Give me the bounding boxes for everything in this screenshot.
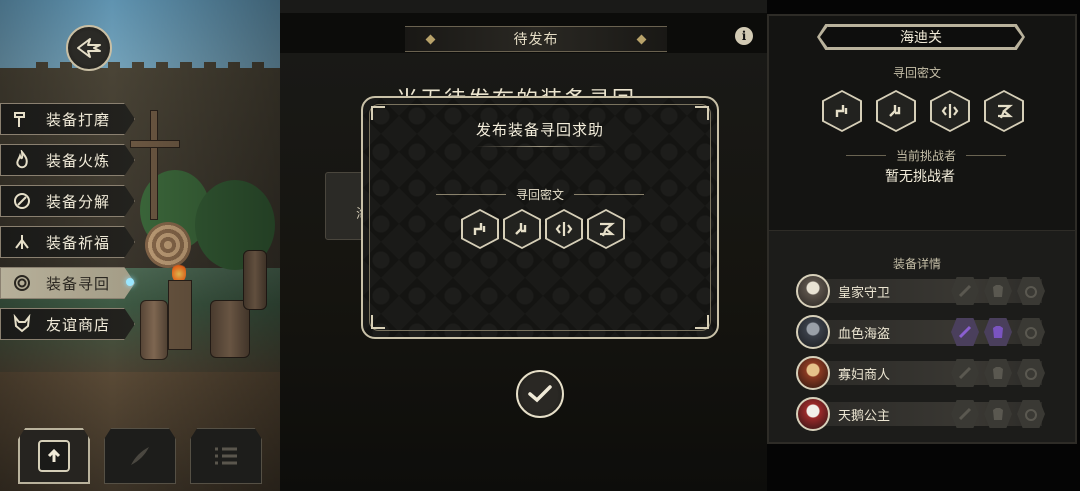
challenger-value: 暂无挑战者 <box>885 169 955 185</box>
avatar <box>796 356 830 390</box>
avatar <box>796 315 830 349</box>
cipher-header: 寻回密文 <box>363 186 717 203</box>
menu-item-label: 装备分解 <box>46 192 111 211</box>
check-icon <box>528 385 552 403</box>
menu-item-smelt[interactable]: 装备火炼 <box>0 144 135 176</box>
back-button[interactable] <box>66 25 112 71</box>
weapon-slot-icon <box>951 318 979 346</box>
cipher-label: 寻回密文 <box>893 66 942 80</box>
equip-name: 天鹅公主 <box>838 408 891 424</box>
accessory-slot-icon <box>1017 277 1045 305</box>
menu-item-polish[interactable]: 装备打磨 <box>0 103 135 135</box>
equip-row[interactable]: 血色海盗 <box>796 314 1046 350</box>
rune-4-icon <box>587 209 625 249</box>
accessory-slot-icon <box>1017 400 1045 428</box>
confirm-button[interactable] <box>516 370 564 418</box>
fox-icon <box>10 312 34 336</box>
bottom-tabs <box>18 428 262 484</box>
background-card: 海 <box>325 172 369 240</box>
rune-3-icon <box>545 209 583 249</box>
menu-item-label: 装备祈福 <box>46 233 111 252</box>
tab-publish[interactable] <box>18 428 90 484</box>
spiral-icon <box>10 271 34 295</box>
quill-icon <box>131 447 149 465</box>
dialog-title: 发布装备寻回求助 <box>363 119 717 147</box>
weapon-slot-icon <box>951 359 979 387</box>
equip-row[interactable]: 天鹅公主 <box>796 396 1046 432</box>
rune-1-icon <box>822 90 862 132</box>
armor-slot-icon <box>984 277 1012 305</box>
side-menu: 装备打磨 装备火炼 装备分解 装备祈福 装备寻回 友谊商店 <box>0 103 140 349</box>
equip-name: 寡妇商人 <box>838 367 891 383</box>
cipher-label: 寻回密文 <box>515 188 564 202</box>
accessory-slot-icon <box>1017 359 1045 387</box>
challenger-label: 当前挑战者 <box>896 149 957 163</box>
menu-item-retrieve[interactable]: 装备寻回 <box>0 267 135 299</box>
pending-label: 待发布 <box>513 32 559 48</box>
menu-item-label: 装备寻回 <box>46 274 111 293</box>
avatar <box>796 274 830 308</box>
stage-title: 海迪关 <box>820 26 1022 48</box>
armor-slot-icon <box>984 359 1012 387</box>
avatar <box>796 397 830 431</box>
list-icon <box>215 447 237 465</box>
equip-row[interactable]: 寡妇商人 <box>796 355 1046 391</box>
rune-1-icon <box>461 209 499 249</box>
rune-3-icon <box>930 90 970 132</box>
challenger-header: 当前挑战者 <box>846 147 1007 164</box>
upload-icon <box>47 448 61 462</box>
equip-row[interactable]: 皇家守卫 <box>796 273 1046 309</box>
pray-hands-icon <box>10 230 34 254</box>
equipment-list: 皇家守卫 血色海盗 寡妇商人 天鹅公主 <box>796 273 1046 437</box>
equip-name: 血色海盗 <box>838 326 891 342</box>
equip-name: 皇家守卫 <box>838 285 891 301</box>
menu-item-label: 装备打磨 <box>46 110 111 129</box>
menu-item-shop[interactable]: 友谊商店 <box>0 308 135 340</box>
tab-quill[interactable] <box>104 428 176 484</box>
armor-slot-icon <box>984 318 1012 346</box>
flame-icon <box>10 148 34 172</box>
back-arrow-icon <box>77 38 101 58</box>
weapon-slot-icon <box>951 400 979 428</box>
menu-item-dismantle[interactable]: 装备分解 <box>0 185 135 217</box>
cipher-runes <box>461 209 625 249</box>
accessory-slot-icon <box>1017 318 1045 346</box>
menu-item-label: 装备火炼 <box>46 151 111 170</box>
tab-list[interactable] <box>190 428 262 484</box>
rune-2-icon <box>876 90 916 132</box>
rune-4-icon <box>984 90 1024 132</box>
equip-header: 装备详情 <box>893 255 941 272</box>
menu-item-bless[interactable]: 装备祈福 <box>0 226 135 258</box>
rune-2-icon <box>503 209 541 249</box>
weapon-slot-icon <box>951 277 979 305</box>
equip-label: 装备详情 <box>893 257 942 271</box>
notification-sparkle <box>126 278 134 286</box>
split-icon <box>10 189 34 213</box>
hammer-icon <box>10 107 34 131</box>
publish-dialog: 发布装备寻回求助 寻回密文 <box>361 96 719 339</box>
armor-slot-icon <box>984 400 1012 428</box>
tab-pending[interactable]: 待发布 <box>405 26 667 52</box>
cipher-header: 寻回密文 <box>893 64 941 81</box>
menu-item-label: 友谊商店 <box>46 315 111 334</box>
info-icon[interactable]: i <box>735 27 753 45</box>
stage-runes <box>822 90 1024 132</box>
